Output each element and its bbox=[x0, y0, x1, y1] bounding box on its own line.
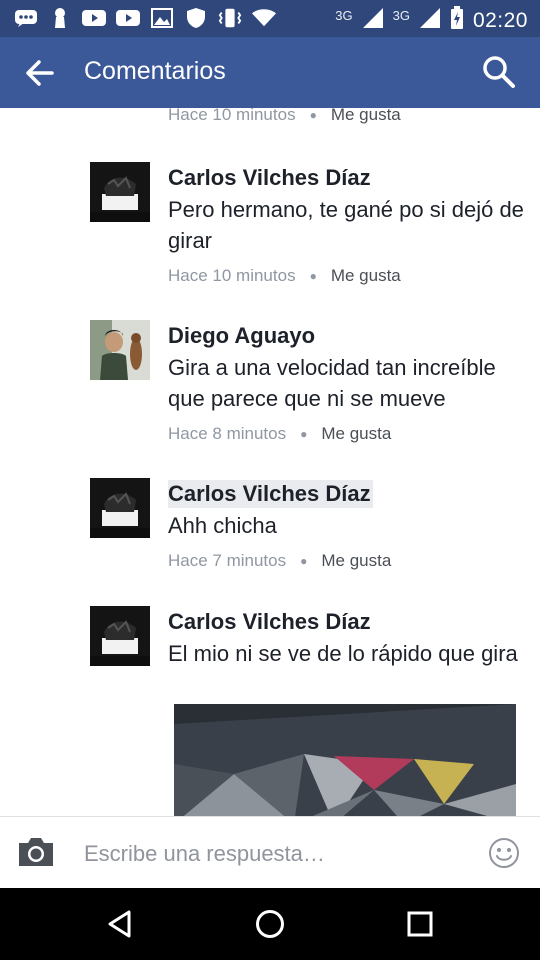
camera-icon bbox=[19, 838, 53, 866]
comment-author[interactable]: Carlos Vilches Díaz bbox=[168, 608, 528, 636]
comment-time: Hace 10 minutos bbox=[168, 266, 296, 285]
nav-recents-button[interactable] bbox=[404, 908, 436, 940]
signal-icon bbox=[362, 7, 384, 34]
nav-back-button[interactable] bbox=[105, 908, 137, 940]
comment-list[interactable]: Hace 10 minutos ● Me gusta Carlos Vilche… bbox=[0, 108, 540, 816]
triangle-back-icon bbox=[108, 910, 131, 938]
emoji-button[interactable] bbox=[488, 837, 520, 869]
comment-author[interactable]: Carlos Vilches Díaz bbox=[168, 480, 373, 508]
comment-photo[interactable] bbox=[174, 704, 516, 816]
comment-author[interactable]: Diego Aguayo bbox=[168, 322, 528, 350]
messenger-icon bbox=[14, 7, 38, 29]
comment-time: Hace 8 minutos bbox=[168, 424, 287, 443]
system-nav-bar bbox=[0, 888, 540, 960]
comment-body: Carlos Vilches Díaz Pero hermano, te gan… bbox=[168, 164, 528, 286]
reply-bar bbox=[0, 816, 540, 889]
arrow-left-icon bbox=[26, 60, 54, 86]
separator-dot: ● bbox=[300, 554, 308, 568]
keyhole-icon bbox=[48, 7, 72, 29]
youtube-icon bbox=[82, 7, 106, 29]
comment-body: Carlos Vilches Díaz El mio ni se ve de l… bbox=[168, 608, 528, 669]
avatar[interactable] bbox=[90, 606, 150, 666]
like-link[interactable]: Me gusta bbox=[331, 266, 401, 286]
avatar[interactable] bbox=[90, 320, 150, 380]
shield-icon bbox=[184, 7, 208, 29]
clock: 02:20 bbox=[472, 8, 528, 32]
comment-text: Pero hermano, te gané po si dejó de gira… bbox=[168, 197, 524, 253]
square-recents-icon bbox=[407, 911, 433, 937]
back-button[interactable] bbox=[22, 55, 58, 91]
comment-meta: Hace 8 minutos ● Me gusta bbox=[168, 424, 528, 444]
app-bar: Comentarios bbox=[0, 37, 540, 108]
system-status: 3G 3G 02:20 bbox=[335, 6, 528, 35]
avatar[interactable] bbox=[90, 162, 150, 222]
comment-meta: Hace 10 minutos ● Me gusta bbox=[168, 266, 528, 286]
comment-meta: Hace 10 minutos ● Me gusta bbox=[168, 108, 401, 125]
separator-dot: ● bbox=[309, 108, 317, 122]
comment-time: Hace 10 minutos bbox=[168, 108, 296, 124]
network-type-2: 3G bbox=[392, 8, 410, 23]
gallery-icon bbox=[150, 7, 174, 29]
emoji-icon bbox=[489, 838, 519, 868]
battery-charging-icon bbox=[450, 6, 464, 35]
camera-button[interactable] bbox=[16, 835, 56, 871]
comment-text: Gira a una velocidad tan increíble que p… bbox=[168, 355, 496, 411]
like-link[interactable]: Me gusta bbox=[321, 424, 391, 444]
status-bar: 3G 3G 02:20 bbox=[0, 0, 540, 37]
signal-icon bbox=[419, 7, 441, 34]
avatar[interactable] bbox=[90, 478, 150, 538]
comment-body: Diego Aguayo Gira a una velocidad tan in… bbox=[168, 322, 528, 444]
comment-text: Ahh chicha bbox=[168, 513, 277, 538]
wifi-icon bbox=[252, 7, 276, 29]
notification-icons bbox=[14, 7, 276, 29]
comment-time: Hace 7 minutos bbox=[168, 551, 287, 570]
comment-author[interactable]: Carlos Vilches Díaz bbox=[168, 164, 528, 192]
like-link[interactable]: Me gusta bbox=[331, 108, 401, 125]
comment-body: Carlos Vilches Díaz Ahh chicha Hace 7 mi… bbox=[168, 480, 528, 571]
separator-dot: ● bbox=[300, 427, 308, 441]
nav-home-button[interactable] bbox=[254, 908, 286, 940]
page-title: Comentarios bbox=[84, 57, 226, 85]
vibrate-icon bbox=[218, 7, 242, 29]
network-type-1: 3G bbox=[335, 8, 353, 23]
search-button[interactable] bbox=[480, 53, 518, 91]
like-link[interactable]: Me gusta bbox=[321, 551, 391, 571]
comment-text: El mio ni se ve de lo rápido que gira bbox=[168, 641, 518, 666]
separator-dot: ● bbox=[309, 269, 317, 283]
search-icon bbox=[483, 56, 515, 88]
reply-input[interactable] bbox=[84, 838, 464, 870]
circle-home-icon bbox=[256, 910, 284, 938]
comment-meta: Hace 7 minutos ● Me gusta bbox=[168, 551, 528, 571]
youtube-icon bbox=[116, 7, 140, 29]
